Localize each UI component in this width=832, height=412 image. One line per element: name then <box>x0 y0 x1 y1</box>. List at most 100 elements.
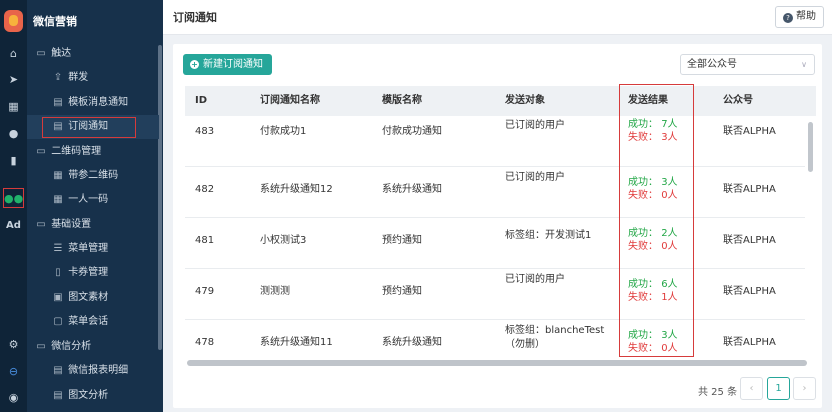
cell-success: 成功： 2人 <box>628 228 678 239</box>
bar-chart-icon[interactable]: ▮ <box>0 151 27 171</box>
cell-name: 付款成功1 <box>260 126 307 137</box>
report-icon: ▤ <box>53 390 63 401</box>
chevron-down-icon: ∨ <box>801 60 807 69</box>
cell-target: 标签组：blancheTest <box>505 325 605 336</box>
cell-template: 预约通知 <box>382 235 422 246</box>
top-header: 订阅通知 ? 帮助 <box>163 0 832 35</box>
avatar-icon[interactable]: ◉ <box>0 388 27 408</box>
cell-id: 479 <box>195 286 215 297</box>
col-id: ID <box>195 95 208 106</box>
broadcast-icon: ⇪ <box>53 72 63 83</box>
help-button[interactable]: ? 帮助 <box>775 6 824 28</box>
folder-icon: ▭ <box>36 219 46 230</box>
cell-success: 成功： 3人 <box>628 177 678 188</box>
sidebar-item-template-notice[interactable]: ▤ 模板消息通知 <box>27 91 159 115</box>
ad-icon[interactable]: Ad <box>0 216 27 236</box>
sidebar-item-report[interactable]: ▤ 微信报表明细 <box>27 359 159 383</box>
col-result: 发送结果 <box>628 95 668 106</box>
folder-icon: ▭ <box>36 146 46 157</box>
cell-account: 联否ALPHA <box>723 126 776 137</box>
app-logo[interactable] <box>4 10 23 32</box>
cell-fail: 失败： 0人 <box>628 190 678 201</box>
cell-account: 联否ALPHA <box>723 337 776 348</box>
sidebar-item-broadcast[interactable]: ⇪ 群发 <box>27 66 159 90</box>
next-page-button[interactable]: › <box>793 377 816 400</box>
cell-template: 预约通知 <box>382 286 422 297</box>
sidebar: 微信营销 ▭ 触达 ⇪ 群发 ▤ 模板消息通知 ▤ 订阅通知 ▭ 二维码管理 ▦… <box>27 0 163 412</box>
vertical-scrollbar[interactable] <box>808 122 813 172</box>
cell-account: 联否ALPHA <box>723 235 776 246</box>
cell-fail: 失败： 0人 <box>628 241 678 252</box>
sidebar-item-menu-session[interactable]: ▢ 菜单会话 <box>27 310 159 334</box>
sidebar-item-media[interactable]: ▣ 图文素材 <box>27 286 159 310</box>
folder-icon: ▭ <box>36 341 46 352</box>
table-row[interactable]: 479 测测测 预约通知 已订阅的用户 成功： 6人 失败： 1人 联否ALPH… <box>185 269 805 320</box>
table-header: ID 订阅通知名称 模版名称 发送对象 发送结果 公众号 <box>185 86 816 116</box>
cell-target-note: （勿删） <box>505 339 545 350</box>
sidebar-item-param-qrcode[interactable]: ▦ 带参二维码 <box>27 164 159 188</box>
cell-id: 483 <box>195 126 215 137</box>
table-row[interactable]: 482 系统升级通知12 系统升级通知 已订阅的用户 成功： 3人 失败： 0人… <box>185 167 805 218</box>
layout-icon[interactable]: ▦ <box>0 97 27 117</box>
cell-name: 测测测 <box>260 286 290 297</box>
col-name: 订阅通知名称 <box>260 95 320 106</box>
cell-fail: 失败： 0人 <box>628 343 678 354</box>
sidebar-group-settings[interactable]: ▭ 基础设置 <box>27 213 159 237</box>
send-icon[interactable]: ➤ <box>0 70 27 90</box>
plus-icon: + <box>190 60 199 69</box>
wechat-icon[interactable]: ●● <box>3 188 24 208</box>
sidebar-group-analytics[interactable]: ▭ 微信分析 <box>27 335 159 359</box>
minus-circle-icon[interactable]: ⊖ <box>0 362 27 382</box>
sidebar-item-subscribe-notice[interactable]: ▤ 订阅通知 <box>27 115 159 139</box>
cell-success: 成功： 6人 <box>628 279 678 290</box>
chat-icon: ▢ <box>53 316 63 327</box>
new-subscribe-notice-button[interactable]: + 新建订阅通知 <box>183 54 272 75</box>
qrcode-icon: ▦ <box>53 170 63 181</box>
sidebar-item-one-code[interactable]: ▦ 一人一码 <box>27 188 159 212</box>
icon-rail: ⌂ ➤ ▦ ● ▮ ●● Ad ⚙ ⊖ ◉ <box>0 0 27 412</box>
table-row[interactable]: 478 系统升级通知11 系统升级通知 标签组：blancheTest （勿删）… <box>185 320 805 354</box>
page-title: 订阅通知 <box>173 11 217 24</box>
col-account: 公众号 <box>723 95 753 106</box>
table-body: 483 付款成功1 付款成功通知 已订阅的用户 成功： 7人 失败： 3人 联否… <box>185 116 805 354</box>
settings-icon[interactable]: ⚙ <box>0 335 27 355</box>
account-select[interactable]: 全部公众号 ∨ <box>680 54 815 75</box>
cell-name: 系统升级通知11 <box>260 337 333 348</box>
sidebar-item-coupon[interactable]: ▯ 卡券管理 <box>27 261 159 285</box>
horizontal-scrollbar[interactable] <box>187 360 807 366</box>
cell-target: 已订阅的用户 <box>505 274 565 285</box>
cell-name: 小权测试3 <box>260 235 307 246</box>
cell-id: 478 <box>195 337 215 348</box>
card-icon: ▯ <box>55 267 61 278</box>
user-icon[interactable]: ● <box>0 124 27 144</box>
cell-id: 481 <box>195 235 215 246</box>
brand-title: 微信营销 <box>33 15 77 28</box>
sidebar-group-reach[interactable]: ▭ 触达 <box>27 42 159 66</box>
cell-target: 已订阅的用户 <box>505 172 565 183</box>
sidebar-item-article-analysis[interactable]: ▤ 图文分析 <box>27 384 159 408</box>
cell-target: 标签组：开发测试1 <box>505 230 592 241</box>
page-1-button[interactable]: 1 <box>767 377 790 400</box>
col-target: 发送对象 <box>505 95 545 106</box>
table-row[interactable]: 481 小权测试3 预约通知 标签组：开发测试1 成功： 2人 失败： 0人 联… <box>185 218 805 269</box>
report-icon: ▤ <box>53 365 63 376</box>
col-template: 模版名称 <box>382 95 422 106</box>
cell-template: 付款成功通知 <box>382 126 442 137</box>
list-icon: ☰ <box>53 243 63 254</box>
question-icon: ? <box>783 13 793 23</box>
message-icon: ▤ <box>53 97 63 108</box>
folder-icon: ▭ <box>36 48 46 59</box>
total-count: 共 25 条 <box>698 387 738 398</box>
qrcode-icon: ▦ <box>53 194 63 205</box>
cell-success: 成功： 3人 <box>628 330 678 341</box>
cell-name: 系统升级通知12 <box>260 184 333 195</box>
highlight-box <box>42 117 136 138</box>
prev-page-button[interactable]: ‹ <box>740 377 763 400</box>
cell-template: 系统升级通知 <box>382 184 442 195</box>
cell-account: 联否ALPHA <box>723 286 776 297</box>
table-row[interactable]: 483 付款成功1 付款成功通知 已订阅的用户 成功： 7人 失败： 3人 联否… <box>185 116 805 167</box>
sidebar-group-qrcode[interactable]: ▭ 二维码管理 <box>27 140 159 164</box>
cell-id: 482 <box>195 184 215 195</box>
home-icon[interactable]: ⌂ <box>0 44 27 64</box>
sidebar-item-menu[interactable]: ☰ 菜单管理 <box>27 237 159 261</box>
